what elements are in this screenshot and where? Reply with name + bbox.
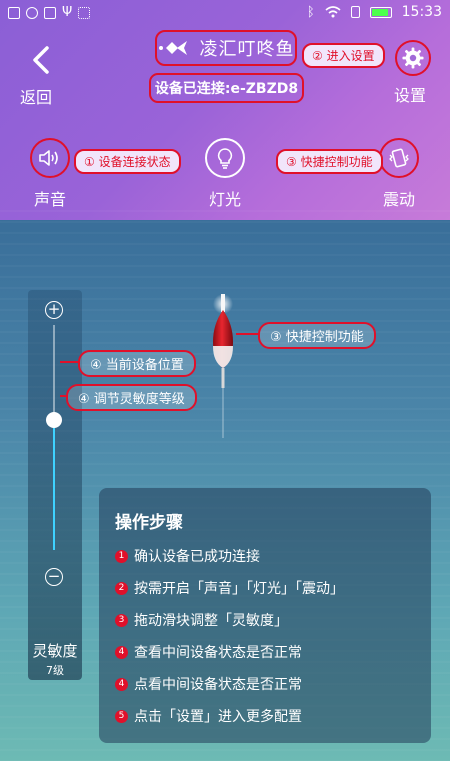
light-toggle[interactable]: 灯光	[203, 138, 247, 210]
position-leader	[60, 361, 78, 363]
fish-logo-icon	[158, 41, 187, 55]
settings-ring	[395, 40, 431, 76]
step-item: 3 拖动滑块调整「灵敏度」	[115, 610, 288, 630]
step-number: 3	[115, 613, 128, 627]
image-icon	[44, 6, 56, 19]
step-text: 拖动滑块调整「灵敏度」	[134, 613, 288, 629]
sensitivity-minus-button[interactable]: −	[45, 568, 63, 586]
position-callout: ④ 当前设备位置	[78, 350, 196, 377]
sound-toggle[interactable]: 声音	[28, 138, 72, 210]
sound-ring	[30, 138, 70, 178]
bluetooth-icon: ᛒ	[306, 4, 315, 20]
step-number: 2	[115, 581, 128, 595]
sensitivity-fill	[53, 419, 55, 550]
sensitivity-plus-button[interactable]: +	[45, 301, 63, 319]
settings-button[interactable]: 设置	[390, 40, 436, 105]
step-item: 2 按需开启「声音」「灯光」「震动」	[115, 578, 344, 598]
back-label: 返回	[20, 88, 53, 107]
sensitivity-thumb[interactable]	[46, 411, 62, 428]
step-text: 点看中间设备状态是否正常	[134, 677, 302, 693]
app-logo: 凌汇叮咚鱼	[155, 30, 297, 66]
sensitivity-panel	[28, 290, 82, 680]
note-quick-control: ③ 快捷控制功能	[276, 149, 383, 174]
step-item: 4 点看中间设备状态是否正常	[115, 674, 302, 694]
step-item: 5 点击「设置」进入更多配置	[115, 706, 302, 726]
app-name: 凌汇叮咚鱼	[199, 39, 295, 60]
step-item: 4 查看中间设备状态是否正常	[115, 642, 302, 662]
sensitivity-callout: ④ 调节灵敏度等级	[66, 384, 197, 411]
vibrate-toggle[interactable]: 震动	[377, 138, 421, 210]
vibrate-ring	[379, 138, 419, 178]
step-item: 1 确认设备已成功连接	[115, 546, 260, 566]
gear-icon	[402, 47, 424, 69]
sound-label: 声音	[33, 190, 66, 209]
light-label: 灯光	[208, 190, 241, 209]
speaker-icon	[39, 150, 58, 166]
step-text: 查看中间设备状态是否正常	[134, 645, 302, 661]
step-text: 按需开启「声音」「灯光」「震动」	[134, 581, 344, 597]
light-ring	[205, 138, 245, 178]
usb-icon: Ψ	[62, 5, 73, 20]
note-settings: ② 进入设置	[302, 43, 385, 68]
sim-icon	[350, 6, 360, 18]
step-number: 4	[115, 645, 128, 659]
instructions-card: 操作步骤 1 确认设备已成功连接 2 按需开启「声音」「灯光」「震动」 3 拖动…	[99, 488, 431, 743]
status-time: 15:33	[401, 4, 442, 20]
status-icons-right: ᛒ 15:33	[307, 4, 442, 20]
grid-icon	[78, 6, 91, 19]
wifi-icon	[325, 6, 341, 18]
vibrate-icon	[389, 148, 409, 168]
instructions-title: 操作步骤	[115, 513, 183, 533]
float-callout: ③ 快捷控制功能	[258, 322, 376, 349]
connection-status: 设备已连接:e-ZBZD8	[149, 73, 304, 103]
trash-icon	[8, 6, 20, 19]
step-text: 点击「设置」进入更多配置	[134, 709, 302, 725]
shield-icon	[26, 6, 38, 19]
chevron-left-icon	[33, 46, 49, 74]
sensitivity-label: 灵敏度	[32, 642, 78, 660]
status-icons-left: Ψ	[8, 5, 91, 20]
battery-icon	[369, 6, 392, 18]
step-number: 1	[115, 549, 128, 563]
settings-label: 设置	[394, 86, 427, 105]
step-number: 4	[115, 677, 128, 691]
vibrate-label: 震动	[382, 190, 415, 209]
back-button[interactable]: 返回	[14, 44, 68, 107]
status-bar: Ψ ᛒ 15:33	[0, 0, 450, 26]
fishing-float-icon	[213, 294, 233, 438]
bulb-icon	[217, 148, 233, 169]
step-number: 5	[115, 709, 128, 723]
sensitivity-level: 7级	[46, 664, 64, 677]
note-device-connection: ① 设备连接状态	[74, 149, 181, 174]
step-text: 确认设备已成功连接	[134, 549, 260, 565]
